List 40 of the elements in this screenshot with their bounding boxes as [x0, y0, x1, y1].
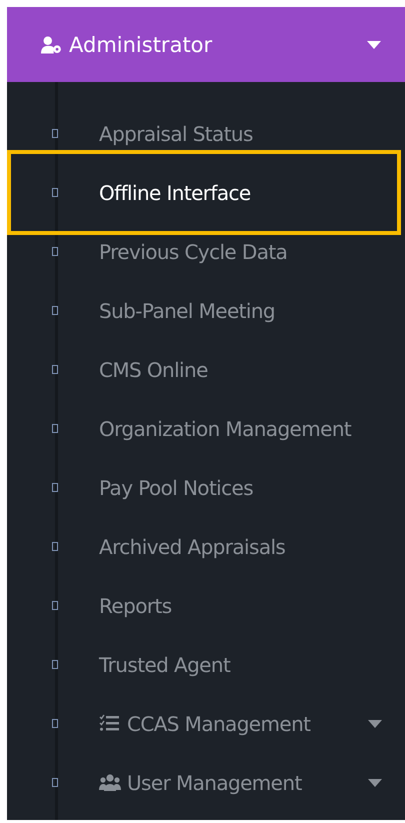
bullet-icon — [52, 424, 58, 433]
menu-item[interactable]: User Management — [20, 753, 388, 812]
menu-item[interactable]: Reports — [20, 576, 388, 635]
item-label: Trusted Agent — [99, 652, 230, 676]
bullet-icon — [52, 660, 58, 669]
menu-header[interactable]: Administrator — [7, 7, 405, 82]
menu-item[interactable]: CMS Online — [20, 340, 388, 399]
item-label: Offline Interface — [99, 180, 251, 204]
bullet-icon — [52, 188, 58, 197]
user-gear-icon — [41, 34, 63, 54]
menu-item[interactable]: Appraisal Status — [20, 104, 388, 163]
item-label: CCAS Management — [127, 712, 310, 736]
bullet-icon — [52, 247, 58, 256]
bullet-icon — [52, 601, 58, 610]
menu-item[interactable]: CCAS Management — [20, 694, 388, 753]
bullet-icon — [52, 719, 58, 728]
users-icon — [99, 772, 121, 792]
item-label: Archived Appraisals — [99, 534, 286, 558]
bullet-icon — [52, 365, 58, 374]
item-label: User Management — [127, 770, 302, 794]
bullet-icon — [52, 778, 58, 787]
menu-item[interactable]: Trusted Agent — [20, 635, 388, 694]
item-label: Appraisal Status — [99, 122, 253, 146]
item-label: CMS Online — [99, 358, 208, 382]
menu-item[interactable]: Sub-Panel Meeting — [20, 281, 388, 340]
menu-item[interactable]: Archived Appraisals — [20, 517, 388, 576]
item-label: Previous Cycle Data — [99, 240, 288, 264]
bullet-icon — [52, 306, 58, 315]
menu-item[interactable]: Organization Management — [20, 399, 388, 458]
bullet-icon — [52, 542, 58, 551]
item-label: Sub-Panel Meeting — [99, 298, 276, 322]
bullet-icon — [52, 129, 58, 138]
item-label: Pay Pool Notices — [99, 476, 254, 500]
item-label: Organization Management — [99, 416, 352, 440]
checklist-icon — [99, 714, 121, 734]
item-label: Reports — [99, 594, 172, 618]
menu-item[interactable]: Previous Cycle Data — [20, 222, 388, 281]
menu-item[interactable]: Pay Pool Notices — [20, 458, 388, 517]
bullet-icon — [52, 483, 58, 492]
menu-item[interactable]: Offline Interface — [20, 163, 388, 222]
